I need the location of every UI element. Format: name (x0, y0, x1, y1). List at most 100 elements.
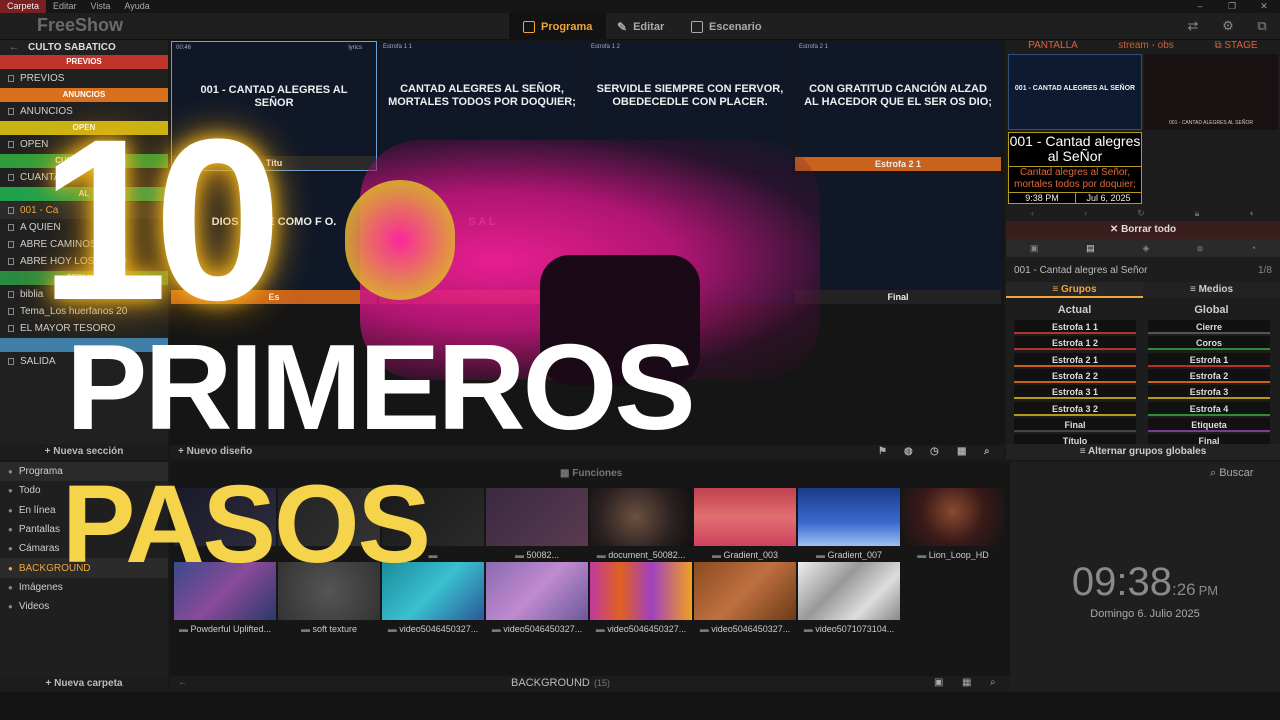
media-thumbnail[interactable] (486, 562, 588, 620)
media-thumbnail[interactable] (590, 488, 692, 546)
new-folder-button[interactable]: + Nueva carpeta (0, 676, 168, 692)
global-group-button[interactable]: Estrofa 3 (1148, 385, 1270, 400)
clear-timer-icon[interactable]: ◔ (1251, 243, 1256, 253)
media-name: Powderful Uplifted... (190, 624, 272, 634)
translate-icon[interactable]: ⇄ (1185, 18, 1201, 34)
close-icon[interactable]: ✕ (1248, 0, 1280, 13)
flag-icon[interactable]: ⚑ (878, 446, 887, 457)
zoom-icon[interactable]: ⌕ (984, 446, 990, 457)
media-thumbnail[interactable] (590, 562, 692, 620)
slide-thumbnail[interactable]: Final (795, 174, 1001, 304)
stage-next-text: Cantad alegres al Señor, mortales todos … (1009, 166, 1141, 191)
toggle-global-groups-button[interactable]: ≡ Alternar grupos globales (1006, 444, 1280, 460)
media-caption: ▬ Powderful Uplifted... (174, 624, 276, 634)
tab-stage[interactable]: Escenario (677, 13, 776, 40)
search-field[interactable]: ⌕ Buscar (1210, 467, 1253, 480)
media-name: video5046450327... (399, 624, 479, 634)
media-thumbnail[interactable] (694, 488, 796, 546)
group-button[interactable]: Estrofa 1 2 (1014, 336, 1136, 351)
tab-stage-label: Escenario (709, 20, 762, 33)
grid-view-icon[interactable]: ▦ (962, 677, 971, 688)
global-groups-header: Global (1194, 304, 1229, 316)
media-thumbnail[interactable] (798, 488, 900, 546)
media-name: Gradient_007 (827, 550, 883, 560)
media-thumbnail[interactable] (798, 562, 900, 620)
tab-groups[interactable]: ≡ Grupos (1006, 282, 1143, 298)
show-icon (8, 358, 14, 365)
media-view-icon[interactable]: ▣ (934, 677, 943, 688)
clear-slide-icon[interactable]: ▤ (1086, 243, 1095, 254)
screen-icon (523, 20, 535, 33)
gear-icon[interactable]: ⚙ (1220, 18, 1236, 34)
group-button[interactable]: Estrofa 3 2 (1014, 401, 1136, 416)
group-button[interactable]: Estrofa 3 1 (1014, 385, 1136, 400)
media-thumbnail[interactable] (902, 488, 1004, 546)
project-title: CULTO SABATICO (28, 41, 116, 53)
group-button[interactable]: Final (1014, 417, 1136, 432)
clear-audio-icon[interactable]: ⧈ (1197, 243, 1203, 254)
window-controls: – ❐ ✕ (1184, 0, 1280, 13)
global-group-button[interactable]: Estrofa 1 (1148, 352, 1270, 367)
group-button[interactable]: Estrofa 2 2 (1014, 368, 1136, 383)
global-group-button[interactable]: Etiqueta (1148, 417, 1270, 432)
menu-item-2[interactable]: Vista (84, 0, 118, 13)
tab-stream[interactable]: stream - obs (1100, 40, 1192, 52)
clear-background-icon[interactable]: ▣ (1030, 243, 1039, 254)
clock-ampm: PM (1198, 583, 1219, 598)
global-group-button[interactable]: Estrofa 4 (1148, 401, 1270, 416)
show-icon (8, 141, 14, 148)
tab-media[interactable]: ≡ Medios (1143, 282, 1280, 298)
tab-functions[interactable]: ▦ Funciones (560, 468, 622, 479)
drawer-category[interactable]: ● Videos (0, 597, 168, 616)
slide-text: SERVIDLE SIEMPRE CON FERVOR, OBEDECEDLE … (596, 83, 784, 108)
menu-item-0[interactable]: Carpeta (0, 0, 47, 13)
media-caption: ▬ Gradient_007 (798, 550, 900, 560)
tab-program[interactable]: Programa (509, 13, 607, 40)
maximize-icon[interactable]: ❐ (1216, 0, 1248, 13)
globe-icon[interactable]: ◍ (904, 446, 913, 457)
search-icon: ⌕ (1210, 467, 1220, 479)
refresh-icon[interactable]: ↻ (1137, 208, 1145, 219)
prev-icon[interactable]: ‹ (1031, 208, 1034, 218)
tab-edit[interactable]: ✎ Editar (603, 13, 678, 40)
back-icon[interactable]: ← (178, 677, 188, 688)
grid-icon[interactable]: ▦ (957, 446, 966, 457)
clear-all-button[interactable]: ✕ Borrar todo (1006, 221, 1280, 239)
clear-all-label: Borrar todo (1121, 224, 1177, 235)
menu-item-3[interactable]: Ayuda (117, 0, 156, 13)
section-header[interactable]: PREVIOS (0, 55, 168, 69)
lock-icon[interactable]: 🔒︎ (1195, 208, 1200, 219)
project-item-label: PREVIOS (20, 73, 65, 84)
stage-preview[interactable]: 001 - Cantad alegres al SeÑor Cantad ale… (1008, 132, 1142, 204)
media-thumbnail[interactable] (694, 562, 796, 620)
slide-extra: lyrics (348, 45, 362, 51)
next-icon[interactable]: › (1084, 208, 1087, 218)
slide-label: 00:46 (176, 45, 192, 51)
minimize-icon[interactable]: – (1184, 0, 1216, 13)
project-item[interactable]: PREVIOS (0, 70, 168, 87)
output-icon[interactable]: ⧉ (1254, 18, 1270, 34)
slide-text: CON GRATITUD CANCIÓN ALZAD AL HACEDOR QU… (804, 83, 992, 108)
menu-item-1[interactable]: Editar (46, 0, 84, 13)
back-arrow-icon[interactable]: ← (0, 42, 28, 53)
clock-icon[interactable]: ◷ (930, 446, 939, 457)
media-caption: ▬ video5046450327... (694, 624, 796, 634)
show-icon (8, 325, 14, 332)
toggle-icon[interactable]: ◐ (1249, 208, 1254, 218)
stream-preview[interactable]: 001 - CANTAD ALEGRES AL SEÑOR (1144, 54, 1278, 130)
tab-stage-output[interactable]: ⧉ STAGE (1192, 40, 1280, 52)
media-thumbnail[interactable] (486, 488, 588, 546)
current-groups-header: Actual (1057, 304, 1092, 316)
output-preview[interactable]: 001 - CANTAD ALEGRES AL SEÑOR (1008, 54, 1142, 130)
global-group-button[interactable]: Coros (1148, 336, 1270, 351)
media-zoom-icon[interactable]: ⌕ (990, 677, 996, 688)
global-group-button[interactable]: Cierre (1148, 320, 1270, 334)
slide-thumbnail[interactable]: Estrofa 2 1 CON GRATITUD CANCIÓN ALZAD AL… (795, 41, 1001, 171)
group-button[interactable]: Estrofa 2 1 (1014, 352, 1136, 367)
global-group-button[interactable]: Estrofa 2 (1148, 368, 1270, 383)
group-button[interactable]: Estrofa 1 1 (1014, 320, 1136, 334)
stage-date: Jul 6, 2025 (1075, 192, 1141, 203)
current-show-name: 001 - Cantad alegres al Señor (1014, 265, 1148, 276)
tab-pantalla[interactable]: PANTALLA (1006, 40, 1100, 52)
clear-overlays-icon[interactable]: ◈ (1142, 243, 1149, 254)
